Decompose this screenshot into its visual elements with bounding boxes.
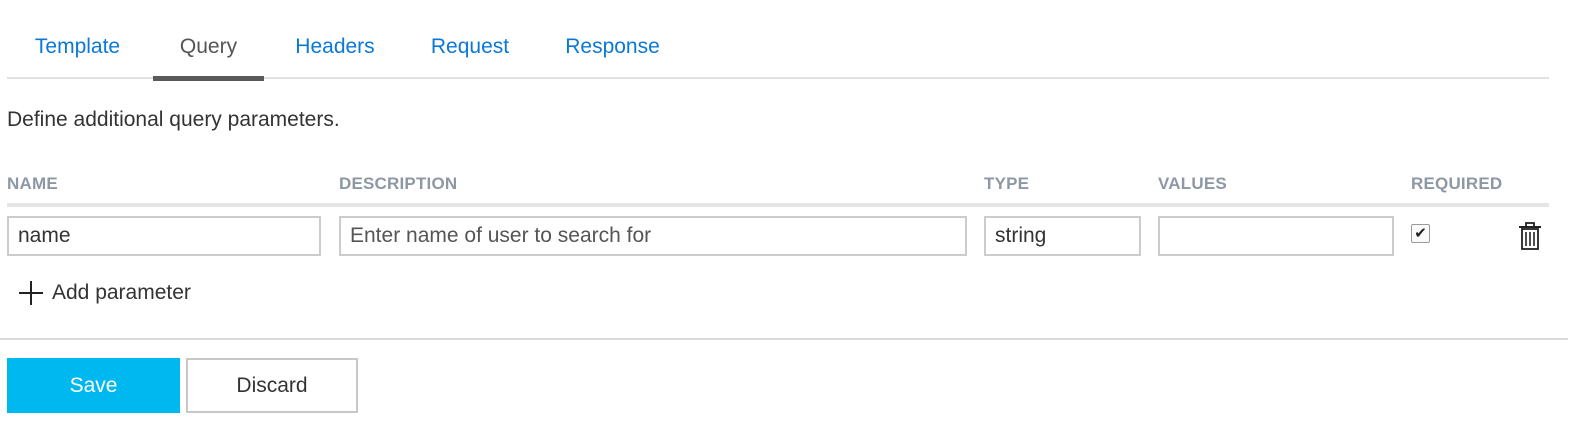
column-header-description: DESCRIPTION [339,174,458,193]
add-parameter-label: Add parameter [52,281,191,304]
footer-divider [0,338,1568,340]
query-parameters-panel: Template Query Headers Request Response … [0,0,1588,427]
save-button[interactable]: Save [7,358,180,413]
column-header-required: REQUIRED [1411,174,1503,193]
parameter-description-input[interactable] [339,216,967,256]
plus-icon [19,281,43,305]
tab-request[interactable]: Request [417,22,523,79]
column-header-type: TYPE [984,174,1030,193]
checkmark-icon: ✔ [1414,225,1427,242]
trash-icon[interactable] [1517,221,1543,251]
tab-bar: Template Query Headers Request Response [7,22,1549,81]
column-header-values: VALUES [1158,174,1227,193]
panel-description: Define additional query parameters. [7,108,340,131]
table-header-divider [7,203,1549,207]
tab-response[interactable]: Response [552,22,673,79]
tab-headers[interactable]: Headers [280,22,390,79]
parameter-name-input[interactable] [7,216,321,256]
required-checkbox[interactable]: ✔ [1411,224,1430,243]
tab-query[interactable]: Query [153,22,264,81]
column-header-name: NAME [7,174,58,193]
parameter-values-input[interactable] [1158,216,1394,256]
parameter-type-input[interactable] [984,216,1141,256]
tab-template[interactable]: Template [7,22,148,79]
add-parameter-button[interactable]: Add parameter [17,278,191,308]
discard-button[interactable]: Discard [186,358,358,413]
